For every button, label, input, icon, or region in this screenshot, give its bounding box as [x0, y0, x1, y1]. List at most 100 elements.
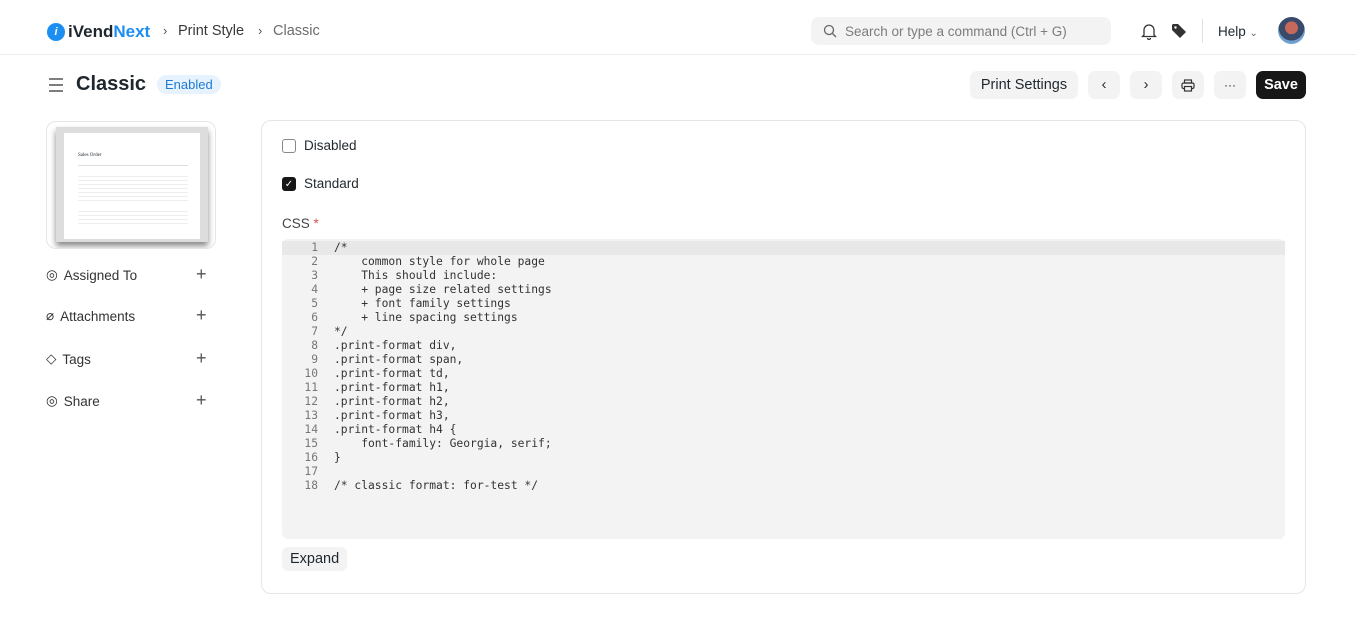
code-line: 10 .print-format td,: [282, 367, 1285, 381]
sidebar-item-label: Attachments: [60, 308, 136, 324]
page-title: Classic: [76, 73, 147, 95]
sidebar-item-assigned-to[interactable]: ◎ Assigned To: [46, 267, 137, 283]
add-assigned-button[interactable]: +: [196, 264, 207, 285]
line-number: 14: [304, 423, 318, 436]
line-number: 8: [311, 339, 318, 352]
printer-icon: [1181, 78, 1195, 92]
disabled-checkbox[interactable]: [282, 139, 296, 153]
required-mark: *: [313, 216, 319, 231]
form-card: Disabled ✓ Standard CSS * 1/* 2 common st…: [261, 120, 1306, 594]
code-line: 4 + page size related settings: [282, 283, 1285, 297]
line-number: 2: [311, 255, 318, 268]
navbar: i iVend Next › Print Style › Classic Searc…: [0, 0, 1356, 55]
line-number: 10: [304, 367, 318, 380]
line-number: 12: [304, 395, 318, 408]
tag-icon: ◇: [46, 351, 57, 366]
code-line: 11 .print-format h1,: [282, 381, 1285, 395]
css-label: CSS *: [282, 216, 319, 231]
help-menu[interactable]: Help ⌄: [1218, 24, 1258, 39]
share-user-icon: ◎: [46, 393, 58, 408]
code-text: .print-format td,: [334, 367, 450, 380]
search-icon: [823, 24, 837, 38]
print-button[interactable]: [1172, 71, 1204, 99]
code-text: .print-format h3,: [334, 409, 450, 422]
chevron-down-icon: ⌄: [1249, 28, 1258, 39]
logo-text: iVend: [68, 22, 114, 41]
sidebar-item-share[interactable]: ◎ Share: [46, 393, 100, 409]
help-label: Help: [1218, 24, 1246, 39]
status-badge: Enabled: [157, 75, 221, 94]
sidebar-item-label: Share: [63, 393, 100, 409]
code-line: 13 .print-format h3,: [282, 409, 1285, 423]
code-text: + page size related settings: [334, 283, 552, 296]
code-text: */: [334, 325, 348, 338]
code-text: common style for whole page: [334, 255, 545, 268]
code-text: + font family settings: [334, 297, 511, 310]
divider: [1202, 19, 1203, 43]
code-text: }: [334, 451, 341, 464]
code-line: 8 .print-format div,: [282, 339, 1285, 353]
code-line: 12 .print-format h2,: [282, 395, 1285, 409]
code-text: .print-format span,: [334, 353, 464, 366]
ellipsis-icon: ···: [1224, 78, 1236, 92]
code-text: .print-format h4 {: [334, 423, 457, 436]
line-number: 5: [311, 297, 318, 310]
tag-icon[interactable]: [1171, 23, 1187, 39]
code-text: .print-format h1,: [334, 381, 450, 394]
bell-icon[interactable]: [1141, 22, 1157, 40]
previous-button[interactable]: ‹: [1088, 71, 1120, 99]
avatar[interactable]: [1278, 17, 1305, 44]
code-text: /*: [334, 241, 348, 254]
add-attachment-button[interactable]: +: [196, 305, 207, 326]
search-input[interactable]: Search or type a command (Ctrl + G): [811, 17, 1111, 45]
preview-title: Sales Order: [78, 153, 102, 158]
line-number: 3: [311, 269, 318, 282]
code-line: 16}: [282, 451, 1285, 465]
code-line: 5 + font family settings: [282, 297, 1285, 311]
breadcrumb-print-style[interactable]: Print Style: [178, 23, 244, 39]
code-line: 15 font-family: Georgia, serif;: [282, 437, 1285, 451]
standard-checkbox[interactable]: ✓: [282, 177, 296, 191]
save-button[interactable]: Save: [1256, 71, 1306, 99]
user-plus-icon: ◎: [46, 267, 58, 282]
line-number: 11: [304, 381, 318, 394]
sidebar-item-label: Tags: [62, 351, 91, 367]
more-options-button[interactable]: ···: [1214, 71, 1246, 99]
preview-thumbnail[interactable]: Sales Order: [46, 121, 216, 249]
line-number: 17: [304, 465, 318, 478]
standard-label: Standard: [304, 176, 359, 191]
line-number: 13: [304, 409, 318, 422]
code-text: + line spacing settings: [334, 311, 518, 324]
next-button[interactable]: ›: [1130, 71, 1162, 99]
code-line: 7 */: [282, 325, 1285, 339]
code-line: 9 .print-format span,: [282, 353, 1285, 367]
sidebar-item-tags[interactable]: ◇ Tags: [46, 351, 91, 367]
paperclip-icon: ⌀: [46, 308, 55, 323]
add-tag-button[interactable]: +: [196, 348, 207, 369]
disabled-label: Disabled: [304, 138, 357, 153]
line-number: 18: [304, 479, 318, 492]
code-line: 6 + line spacing settings: [282, 311, 1285, 325]
code-text: .print-format h2,: [334, 395, 450, 408]
code-text: This should include:: [334, 269, 498, 282]
code-text: font-family: Georgia, serif;: [334, 437, 552, 450]
code-line: 18 /* classic format: for-test */: [282, 479, 1285, 493]
print-settings-button[interactable]: Print Settings: [970, 71, 1078, 99]
code-line: 17: [282, 465, 1285, 479]
app-logo[interactable]: i iVend Next: [47, 22, 150, 42]
code-line: 2 common style for whole page: [282, 255, 1285, 269]
code-line: 14 .print-format h4 {: [282, 423, 1285, 437]
css-code-editor[interactable]: 1/* 2 common style for whole page 3 This s…: [282, 239, 1285, 539]
line-number: 7: [311, 325, 318, 338]
add-share-button[interactable]: +: [196, 390, 207, 411]
sidebar-item-attachments[interactable]: ⌀ Attachments: [46, 308, 135, 324]
breadcrumb-classic[interactable]: Classic: [273, 23, 320, 39]
expand-button[interactable]: Expand: [282, 547, 348, 571]
code-line: 1 /*: [282, 241, 1285, 255]
search-placeholder: Search or type a command (Ctrl + G): [845, 23, 1067, 39]
css-label-text: CSS: [282, 216, 310, 231]
hamburger-menu-icon[interactable]: [48, 78, 64, 92]
chevron-right-icon: ›: [258, 23, 263, 38]
line-number: 16: [304, 451, 318, 464]
